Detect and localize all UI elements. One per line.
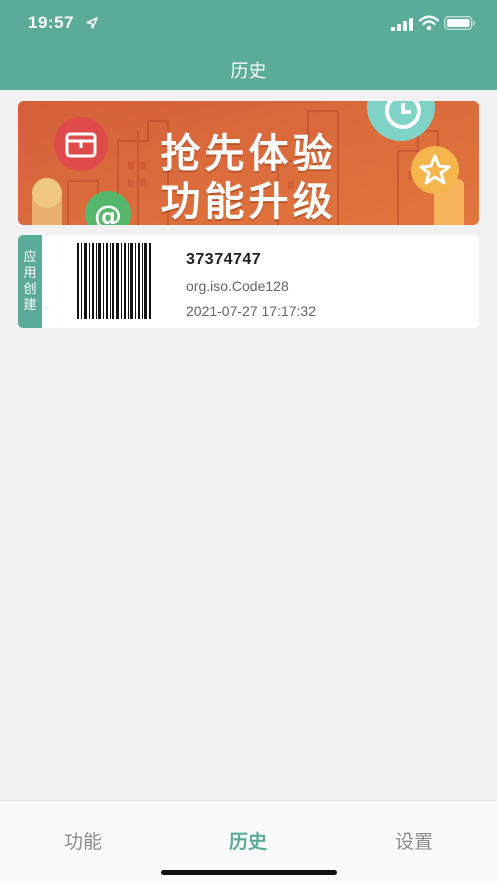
location-arrow-icon [86,17,98,29]
navigation-bar: 19:57 历史 [0,0,497,90]
barcode-value: 37374747 [186,251,262,268]
home-indicator [161,870,337,875]
tab-settings[interactable]: 设置 [354,827,474,854]
signal-icon [391,18,413,31]
wifi-icon [419,15,439,31]
banner-headline-2: 功能升级 [160,179,337,225]
source-tag-label: 应用创建 [23,249,37,313]
history-item[interactable]: 应用创建 37374747 org.iso.Code128 2021-07-27… [18,235,479,328]
battery-icon [444,16,476,30]
status-time: 19:57 [28,13,74,32]
page-title: 历史 [230,61,267,82]
tab-functions[interactable]: 功能 [23,827,143,854]
scan-timestamp: 2021-07-27 17:17:32 [186,303,316,319]
promo-banner[interactable]: @ 抢先体验 功能升级 [18,101,479,225]
barcode-image [77,243,151,319]
barcode-type: org.iso.Code128 [186,278,289,294]
tab-history[interactable]: 历史 [188,827,308,854]
status-bar: 19:57 [0,0,497,48]
source-tag: 应用创建 [18,235,42,328]
